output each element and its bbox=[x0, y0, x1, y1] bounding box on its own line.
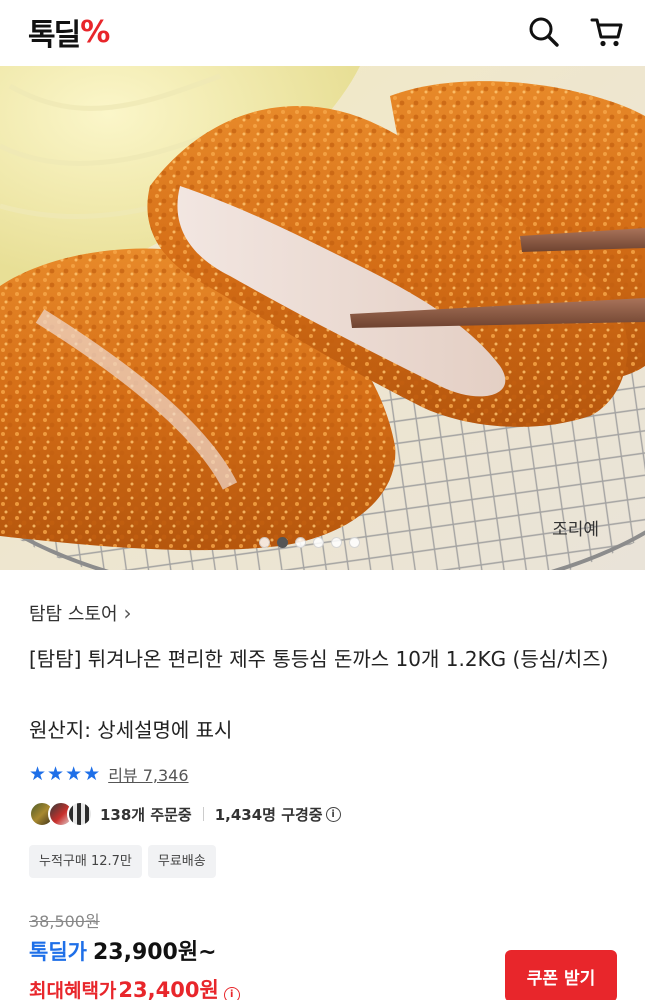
carousel-dot[interactable] bbox=[313, 537, 324, 548]
chevron-right-icon: › bbox=[123, 601, 132, 625]
buyers-row: 138개 주문중 1,434명 구경중 i bbox=[29, 801, 341, 827]
carousel-dot[interactable] bbox=[277, 537, 288, 548]
carousel-dot[interactable] bbox=[349, 537, 360, 548]
top-header: 톡딜 % bbox=[0, 0, 645, 66]
viewers-count: 1,434명 구경중 bbox=[214, 805, 323, 824]
avatar bbox=[67, 801, 93, 827]
star-rating: ★ ★ ★ ★ bbox=[29, 763, 100, 785]
info-icon[interactable]: i bbox=[325, 806, 341, 822]
product-title: [탐탐] 튀겨나온 편리한 제주 통등심 돈까스 10개 1.2KG (등심/치… bbox=[29, 647, 609, 671]
star-icon: ★ bbox=[29, 763, 47, 785]
divider bbox=[202, 807, 204, 821]
buyer-avatars bbox=[29, 801, 93, 827]
orders-count: 138개 주문중 bbox=[100, 805, 192, 824]
image-caption: 조리예 bbox=[552, 520, 599, 540]
star-icon: ★ bbox=[47, 763, 65, 785]
search-icon[interactable] bbox=[525, 13, 563, 51]
carousel-dot[interactable] bbox=[259, 537, 270, 548]
carousel-dot[interactable] bbox=[295, 537, 306, 548]
store-name: 탐탐 스토어 bbox=[29, 604, 118, 625]
get-coupon-button[interactable]: 쿠폰 받기 bbox=[505, 950, 617, 1000]
store-link[interactable]: 탐탐 스토어 › bbox=[29, 600, 132, 626]
tag-free-shipping: 무료배송 bbox=[147, 845, 216, 878]
max-benefit-label: 최대혜택가 bbox=[29, 980, 117, 1000]
star-icon: ★ bbox=[83, 763, 101, 785]
deal-price: 23,900원~ bbox=[92, 940, 217, 965]
logo-text: 톡딜 bbox=[28, 18, 81, 53]
talkdeal-logo[interactable]: 톡딜 % bbox=[28, 12, 110, 54]
tag-cumulative-purchase: 누적구매 12.7만 bbox=[29, 845, 142, 878]
review-count-link[interactable]: 리뷰 7,346 bbox=[108, 762, 188, 786]
deal-price-label: 톡딜가 bbox=[29, 940, 87, 964]
original-price: 38,500원 bbox=[29, 912, 100, 931]
max-benefit-price: 23,400원 bbox=[118, 978, 219, 1000]
star-icon: ★ bbox=[65, 763, 83, 785]
product-tags: 누적구매 12.7만 무료배송 bbox=[29, 845, 216, 878]
product-photo bbox=[0, 66, 645, 570]
origin-info: 원산지: 상세설명에 표시 bbox=[29, 718, 233, 742]
buyers-stats: 138개 주문중 1,434명 구경중 i bbox=[100, 804, 341, 825]
cart-icon[interactable] bbox=[588, 13, 626, 51]
max-benefit-row: 최대혜택가 23,400원 i bbox=[29, 974, 240, 1000]
logo-percent: % bbox=[80, 14, 110, 50]
carousel-dot[interactable] bbox=[331, 537, 342, 548]
info-icon[interactable]: i bbox=[223, 986, 240, 1000]
rating-row: ★ ★ ★ ★ 리뷰 7,346 bbox=[29, 762, 189, 786]
product-image-carousel[interactable]: 조리예 bbox=[0, 66, 645, 570]
deal-price-row: 톡딜가 23,900원~ bbox=[29, 934, 217, 966]
carousel-indicator bbox=[259, 537, 360, 548]
